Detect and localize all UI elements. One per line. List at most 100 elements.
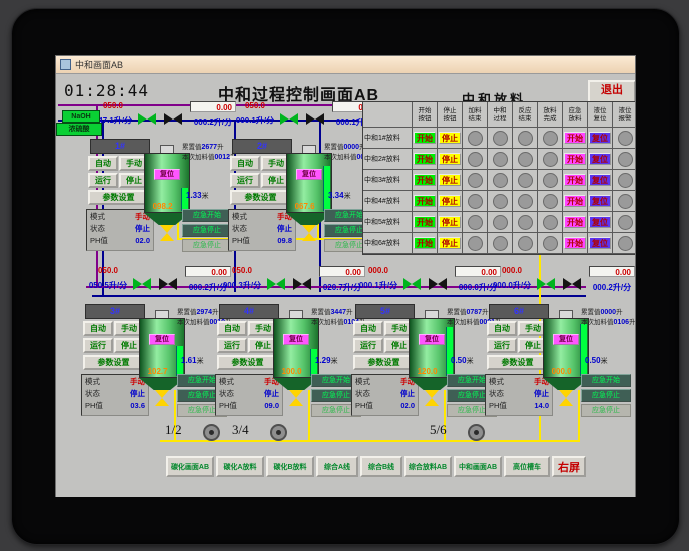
clock: 01:28:44 [64, 81, 150, 100]
unit-label: 2# [232, 139, 292, 154]
outlet-valve-icon[interactable] [155, 390, 169, 406]
emergency-buttons: 应急开始 应急停止 应急停止 [581, 374, 631, 419]
auto-button[interactable]: 自动 [88, 156, 118, 171]
level-readout: 1.29米 [315, 356, 338, 366]
window-title: 中和画面AB [75, 60, 124, 70]
nav-button-7[interactable]: 中和画面AB [454, 456, 502, 477]
table-row: 中和1#放料 开始 停止 开始 复位 [363, 128, 635, 149]
reset-button[interactable]: 复位 [589, 174, 611, 186]
start-button[interactable]: 开始 [414, 174, 436, 186]
params-button[interactable]: 参数设置 [353, 355, 414, 370]
outlet-valve-icon[interactable] [302, 225, 316, 241]
nav-button-5[interactable]: 综合B线 [360, 456, 402, 477]
window-titlebar[interactable]: 中和画面AB [56, 56, 635, 74]
stop-button[interactable]: 停止 [439, 153, 461, 165]
start-button[interactable]: 开始 [414, 216, 436, 228]
stop-button[interactable]: 停止 [439, 132, 461, 144]
pump-pair-label: 3/4 [232, 422, 249, 437]
meters-label: 米 [330, 358, 338, 365]
total-value: 2974 [196, 309, 213, 316]
status-indicator [492, 172, 508, 188]
feed-valve-icon[interactable] [159, 278, 177, 290]
params-button[interactable]: 参数设置 [487, 355, 548, 370]
inlet-valve-icon[interactable] [537, 278, 555, 290]
run-button[interactable]: 运行 [83, 338, 113, 353]
outlet-valve-icon[interactable] [559, 390, 573, 406]
ph-row: PH值 09.8 [232, 235, 292, 247]
stop-button[interactable]: 停止 [439, 216, 461, 228]
column-header: 放料 完成 [538, 102, 563, 128]
reset-button[interactable]: 复位 [589, 195, 611, 207]
column-header-line1: 加料 [468, 107, 482, 114]
params-button[interactable]: 参数设置 [88, 190, 149, 205]
outlet-valve-icon[interactable] [289, 390, 303, 406]
flow-box-actual-line: 000.2升/分 [585, 277, 635, 295]
run-button[interactable]: 运行 [217, 338, 247, 353]
tank-reset-button[interactable]: 复位 [419, 334, 445, 345]
inlet-valve-icon[interactable] [280, 113, 298, 125]
emergency-discharge-button[interactable]: 开始 [564, 195, 586, 207]
stop-button[interactable]: 停止 [439, 195, 461, 207]
start-button[interactable]: 开始 [414, 153, 436, 165]
column-header-line2: 按钮 [418, 114, 432, 122]
run-button[interactable]: 运行 [353, 338, 383, 353]
params-button[interactable]: 参数设置 [83, 355, 144, 370]
params-button[interactable]: 参数设置 [217, 355, 278, 370]
emergency-start-button[interactable]: 应急开始 [581, 374, 631, 387]
total-value: 3447 [330, 309, 347, 316]
nav-button-3[interactable]: 碳化B放料 [266, 456, 314, 477]
tank-reset-button[interactable]: 复位 [283, 334, 309, 345]
auto-button[interactable]: 自动 [217, 321, 247, 336]
stop-button[interactable]: 停止 [439, 174, 461, 186]
tank-reset-button[interactable]: 复位 [149, 334, 175, 345]
start-button[interactable]: 开始 [414, 195, 436, 207]
emergency-discharge-button[interactable]: 开始 [564, 132, 586, 144]
feed-valve-icon[interactable] [429, 278, 447, 290]
emergency-discharge-button[interactable]: 开始 [564, 174, 586, 186]
column-header: 液位 报警 [613, 102, 635, 128]
nav-button-4[interactable]: 综合A线 [316, 456, 358, 477]
run-button[interactable]: 运行 [487, 338, 517, 353]
status-indicator [492, 214, 508, 230]
inlet-valve-icon[interactable] [267, 278, 285, 290]
auto-button[interactable]: 自动 [353, 321, 383, 336]
auto-button[interactable]: 自动 [487, 321, 517, 336]
run-button[interactable]: 运行 [230, 173, 260, 188]
nav-button-1[interactable]: 碳化画面AB [166, 456, 214, 477]
auto-button[interactable]: 自动 [230, 156, 260, 171]
unit-buttons: 自动 手动 运行 停止 参数设置 [83, 321, 145, 372]
tank-reset-button[interactable]: 复位 [296, 169, 322, 180]
run-button[interactable]: 运行 [88, 173, 118, 188]
emergency-discharge-button[interactable]: 开始 [564, 153, 586, 165]
feed-valve-icon[interactable] [164, 113, 182, 125]
reset-button[interactable]: 复位 [589, 237, 611, 249]
feed-valve-icon[interactable] [306, 113, 324, 125]
outlet-valve-icon[interactable] [425, 390, 439, 406]
inlet-valve-icon[interactable] [133, 278, 151, 290]
reset-button[interactable]: 复位 [589, 153, 611, 165]
status-indicator [467, 193, 483, 209]
tank-reset-button[interactable]: 复位 [553, 334, 579, 345]
tank-reset-button[interactable]: 复位 [154, 169, 180, 180]
reset-button[interactable]: 复位 [589, 216, 611, 228]
emergency-discharge-button[interactable]: 开始 [564, 237, 586, 249]
nav-button-9[interactable]: 右屏 [552, 456, 586, 477]
emergency-stop-button[interactable]: 应急停止 [581, 389, 631, 402]
nav-button-2[interactable]: 碳化A放料 [216, 456, 264, 477]
start-button[interactable]: 开始 [414, 237, 436, 249]
nav-button-6[interactable]: 综合放料AB [404, 456, 452, 477]
tank-value: 120.0 [417, 367, 438, 376]
start-button[interactable]: 开始 [414, 132, 436, 144]
params-button[interactable]: 参数设置 [230, 190, 291, 205]
stop-button[interactable]: 停止 [439, 237, 461, 249]
status-indicator [492, 151, 508, 167]
reset-button[interactable]: 复位 [589, 132, 611, 144]
feed-valve-icon[interactable] [563, 278, 581, 290]
outlet-valve-icon[interactable] [160, 225, 174, 241]
feed-valve-icon[interactable] [293, 278, 311, 290]
inlet-valve-icon[interactable] [138, 113, 156, 125]
emergency-discharge-button[interactable]: 开始 [564, 216, 586, 228]
auto-button[interactable]: 自动 [83, 321, 113, 336]
inlet-valve-icon[interactable] [403, 278, 421, 290]
nav-button-8[interactable]: 高位槽车 [504, 456, 550, 477]
